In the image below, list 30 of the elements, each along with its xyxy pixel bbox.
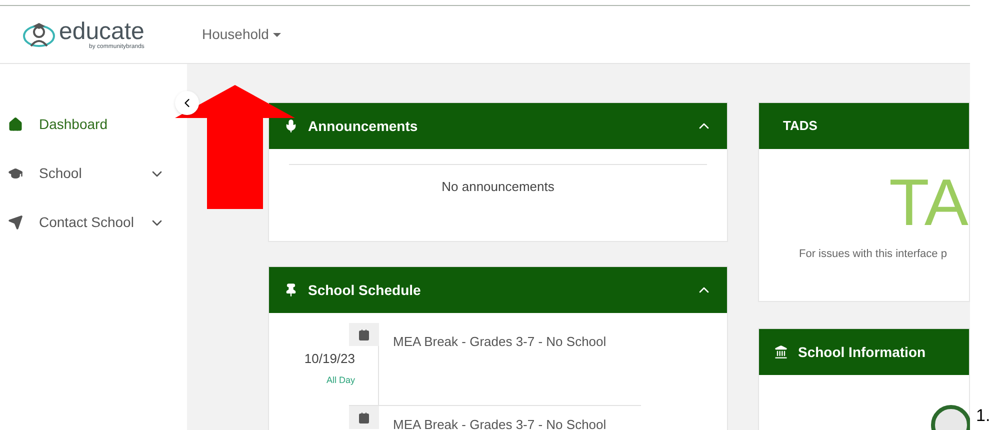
caret-icon xyxy=(272,32,281,36)
building-icon xyxy=(774,345,788,359)
calendar-icon xyxy=(358,412,370,424)
card-title: TADS xyxy=(783,117,818,136)
annotation-label: 1. xyxy=(976,404,990,426)
sidebar-icon xyxy=(8,117,23,132)
pin-icon xyxy=(284,283,298,297)
sidebar-item[interactable]: Dashboard xyxy=(0,100,187,149)
sidebar-item[interactable]: Contact School xyxy=(0,198,187,247)
sidebar-icon xyxy=(8,215,23,230)
collapse-sidebar-button[interactable] xyxy=(175,91,199,115)
event-title: MEA Break - Grades 3-7 - No School xyxy=(393,416,606,430)
tads-logo-text: TA xyxy=(889,165,968,239)
sidebar-label: Contact School xyxy=(39,213,134,232)
brand-name: educate xyxy=(59,20,144,44)
event-title: MEA Break - Grades 3-7 - No School xyxy=(393,333,606,351)
sidebar-label: School xyxy=(39,164,82,183)
sidebar-icon xyxy=(8,166,23,181)
event-date: 10/19/23 xyxy=(304,350,355,368)
card-title: School Information xyxy=(798,342,926,362)
empty-message: No announcements xyxy=(442,179,554,194)
card-title: School Schedule xyxy=(308,280,421,300)
event-time: All Day xyxy=(326,374,355,387)
sidebar-label: Dashboard xyxy=(39,115,108,134)
sidebar-item[interactable]: School xyxy=(0,149,187,198)
card-title: Announcements xyxy=(308,116,418,136)
household-dropdown[interactable]: Household xyxy=(202,24,281,45)
calendar-icon xyxy=(358,328,370,340)
microphone-icon xyxy=(284,119,298,133)
tads-note: For issues with this interface p xyxy=(799,248,947,260)
